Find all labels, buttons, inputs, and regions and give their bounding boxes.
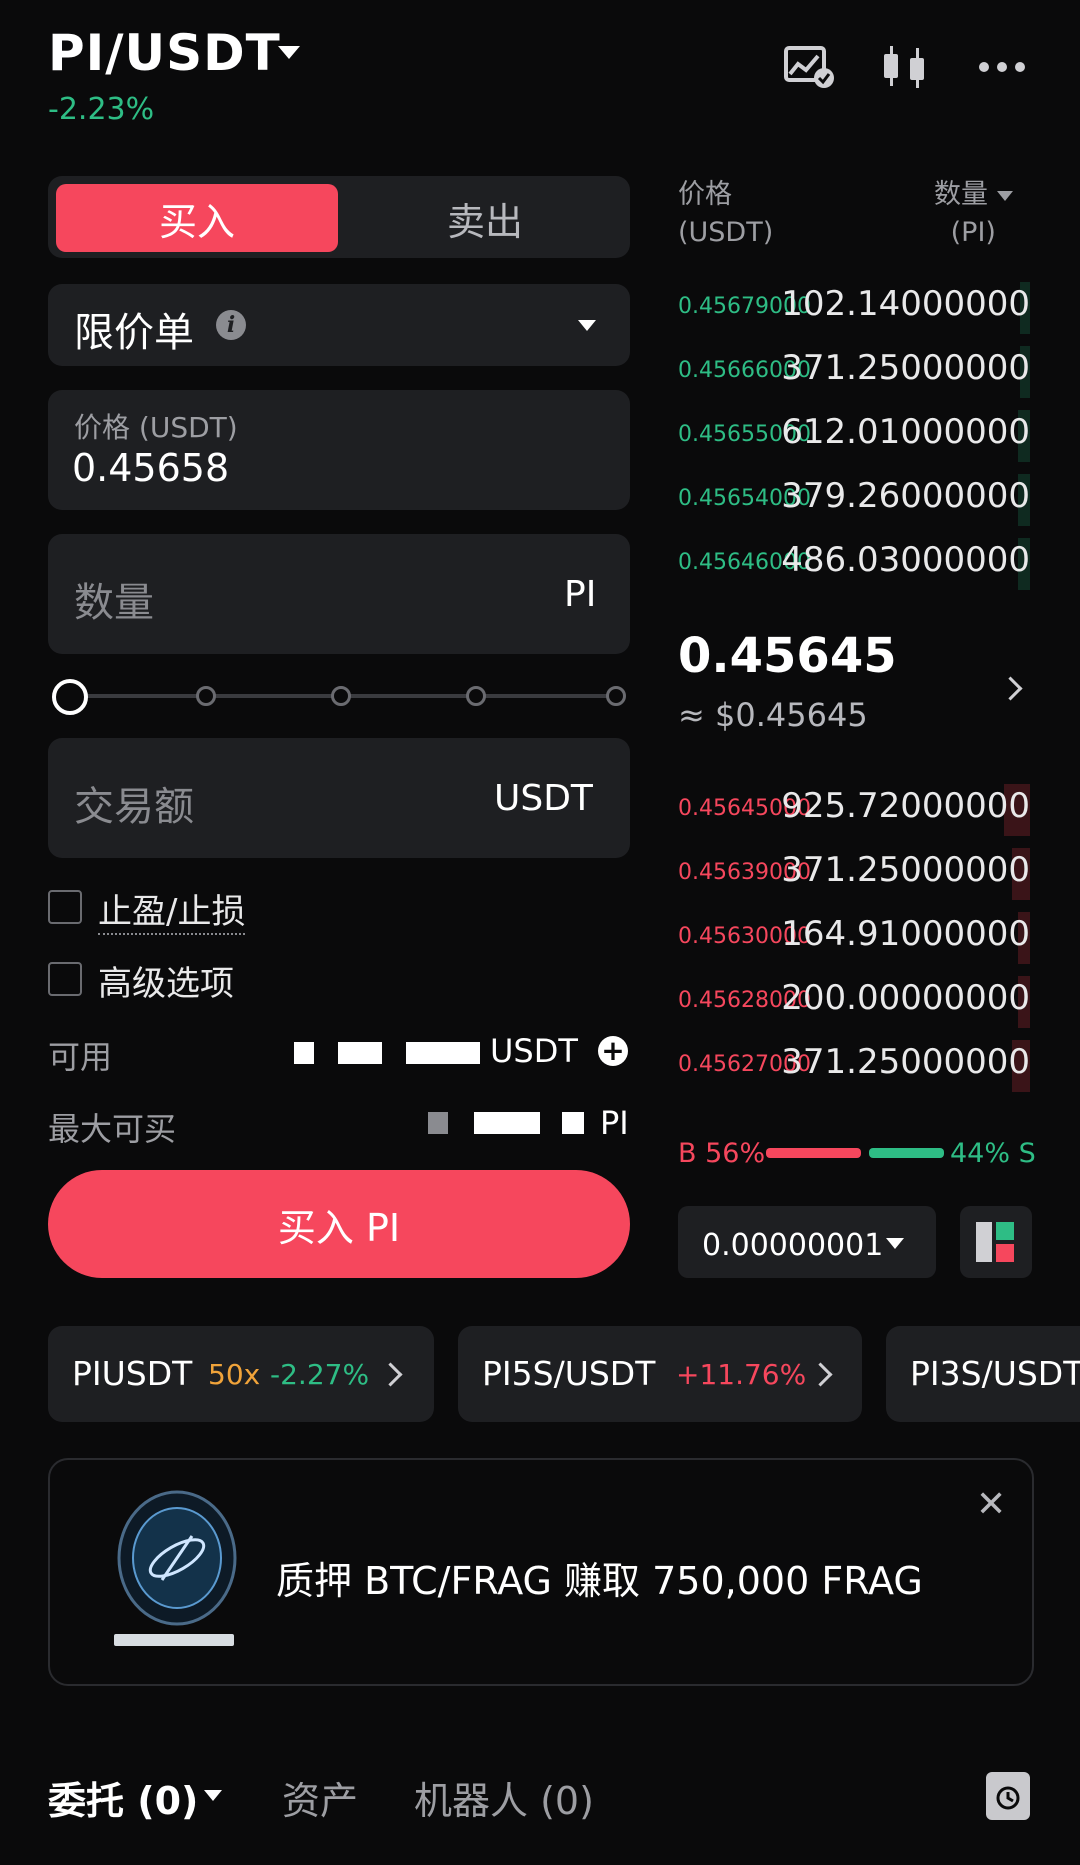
chevron-down-icon (578, 320, 596, 331)
masked-value (406, 1042, 480, 1064)
ask-row[interactable]: 0.45654000 379.26000000 (678, 474, 1030, 526)
tab-sell[interactable]: 卖出 (350, 184, 620, 252)
layout-icon (976, 1222, 1014, 1262)
price-label: 价格 (USDT) (74, 411, 238, 444)
chevron-right-icon[interactable] (998, 676, 1023, 701)
more-icon[interactable] (974, 42, 1030, 92)
bid-qty: 164.91000000 (781, 914, 1030, 954)
masked-value (338, 1042, 382, 1064)
slider-mark-50[interactable] (331, 686, 351, 706)
pair-dropdown-caret-icon[interactable] (278, 46, 300, 59)
orderbook-layout-button[interactable] (960, 1206, 1032, 1278)
info-icon[interactable]: i (216, 310, 246, 340)
market-name: PIUSDT (72, 1354, 193, 1393)
available-label: 可用 (48, 1038, 113, 1076)
market-change: -2.27% (270, 1358, 370, 1391)
bid-qty: 371.25000000 (781, 850, 1030, 890)
ask-qty: 486.03000000 (781, 540, 1030, 580)
ask-qty: 379.26000000 (781, 476, 1030, 516)
amount-unit: USDT (494, 778, 593, 819)
ask-qty: 102.14000000 (781, 284, 1030, 324)
slider-handle[interactable] (52, 679, 88, 715)
ask-row[interactable]: 0.45666000 371.25000000 (678, 346, 1030, 398)
last-price: 0.45645 (678, 628, 897, 684)
chart-settings-icon[interactable] (782, 42, 838, 92)
qty-unit-caret-icon[interactable] (996, 190, 1013, 201)
chevron-right-icon (808, 1362, 833, 1387)
slider-mark-100[interactable] (606, 686, 626, 706)
precision-value: 0.00000001 (702, 1228, 884, 1263)
bid-row[interactable]: 0.45628000 200.00000000 (678, 976, 1030, 1028)
advanced-checkbox[interactable] (48, 962, 82, 996)
order-history-icon[interactable] (986, 1772, 1030, 1820)
market-name: PI3S/USDT (910, 1354, 1080, 1393)
amount-placeholder: 交易额 (74, 784, 194, 830)
market-change: +11.76% (676, 1358, 807, 1391)
market-card-pi3s[interactable]: PI3S/USDT (886, 1326, 1080, 1422)
bid-row[interactable]: 0.45639000 371.25000000 (678, 848, 1030, 900)
price-change: -2.23% (48, 92, 155, 127)
slider-mark-75[interactable] (466, 686, 486, 706)
sell-ratio-bar (869, 1148, 944, 1158)
masked-value (474, 1112, 540, 1134)
pair-title[interactable]: PI/USDT (48, 24, 281, 82)
tab-assets[interactable]: 资产 (282, 1770, 358, 1825)
bid-row[interactable]: 0.45627000 371.25000000 (678, 1040, 1030, 1092)
masked-value (428, 1112, 448, 1134)
chevron-down-icon[interactable] (204, 1790, 222, 1801)
masked-value (562, 1112, 584, 1134)
ask-row[interactable]: 0.45655000 612.01000000 (678, 410, 1030, 462)
staking-coin-icon (114, 1490, 237, 1646)
sell-ratio-label: 44% S (950, 1138, 1036, 1169)
market-card-piusdt[interactable]: PIUSDT 50x -2.27% (48, 1326, 434, 1422)
price-value[interactable]: 0.45658 (72, 446, 229, 490)
chevron-right-icon (378, 1362, 403, 1387)
ask-row[interactable]: 0.45679000 102.14000000 (678, 282, 1030, 334)
close-icon[interactable]: ✕ (976, 1484, 1006, 1525)
ask-qty: 612.01000000 (781, 412, 1030, 452)
ob-qty-header[interactable]: 数量 (PI) (934, 176, 1013, 252)
tab-buy[interactable]: 买入 (56, 184, 338, 252)
candlestick-icon[interactable] (878, 42, 934, 92)
tp-sl-checkbox[interactable] (48, 890, 82, 924)
tab-orders[interactable]: 委托 (0) (48, 1770, 198, 1825)
deposit-plus-icon[interactable]: + (598, 1036, 628, 1066)
order-type-label: 限价单 (74, 310, 194, 356)
quantity-unit: PI (564, 574, 597, 615)
buy-ratio-bar (766, 1148, 861, 1158)
max-buy-label: 最大可买 (48, 1110, 177, 1148)
advanced-label[interactable]: 高级选项 (98, 956, 234, 1005)
tab-bots[interactable]: 机器人 (0) (414, 1770, 594, 1825)
slider-mark-25[interactable] (196, 686, 216, 706)
tp-sl-label[interactable]: 止盈/止损 (98, 884, 246, 935)
buy-ratio-label: B 56% (678, 1138, 766, 1169)
bid-qty: 371.25000000 (781, 1042, 1030, 1082)
ob-price-header: 价格 (USDT) (678, 179, 774, 248)
market-leverage: 50x (208, 1358, 261, 1391)
ask-row[interactable]: 0.45646000 486.03000000 (678, 538, 1030, 590)
bid-qty: 925.72000000 (781, 786, 1030, 826)
market-name: PI5S/USDT (482, 1354, 656, 1393)
ask-qty: 371.25000000 (781, 348, 1030, 388)
bid-row[interactable]: 0.45630000 164.91000000 (678, 912, 1030, 964)
bid-qty: 200.00000000 (781, 978, 1030, 1018)
available-unit: USDT (490, 1032, 578, 1070)
max-buy-unit: PI (600, 1104, 629, 1142)
last-price-usd: ≈ $0.45645 (678, 696, 868, 734)
buy-pi-button[interactable]: 买入 PI (48, 1170, 630, 1278)
chevron-down-icon (886, 1238, 904, 1249)
market-card-pi5s[interactable]: PI5S/USDT +11.76% (458, 1326, 862, 1422)
bid-row[interactable]: 0.45645000 925.72000000 (678, 784, 1030, 836)
masked-value (294, 1042, 314, 1064)
quantity-placeholder: 数量 (74, 580, 154, 626)
banner-text: 质押 BTC/FRAG 赚取 750,000 FRAG (276, 1559, 923, 1603)
